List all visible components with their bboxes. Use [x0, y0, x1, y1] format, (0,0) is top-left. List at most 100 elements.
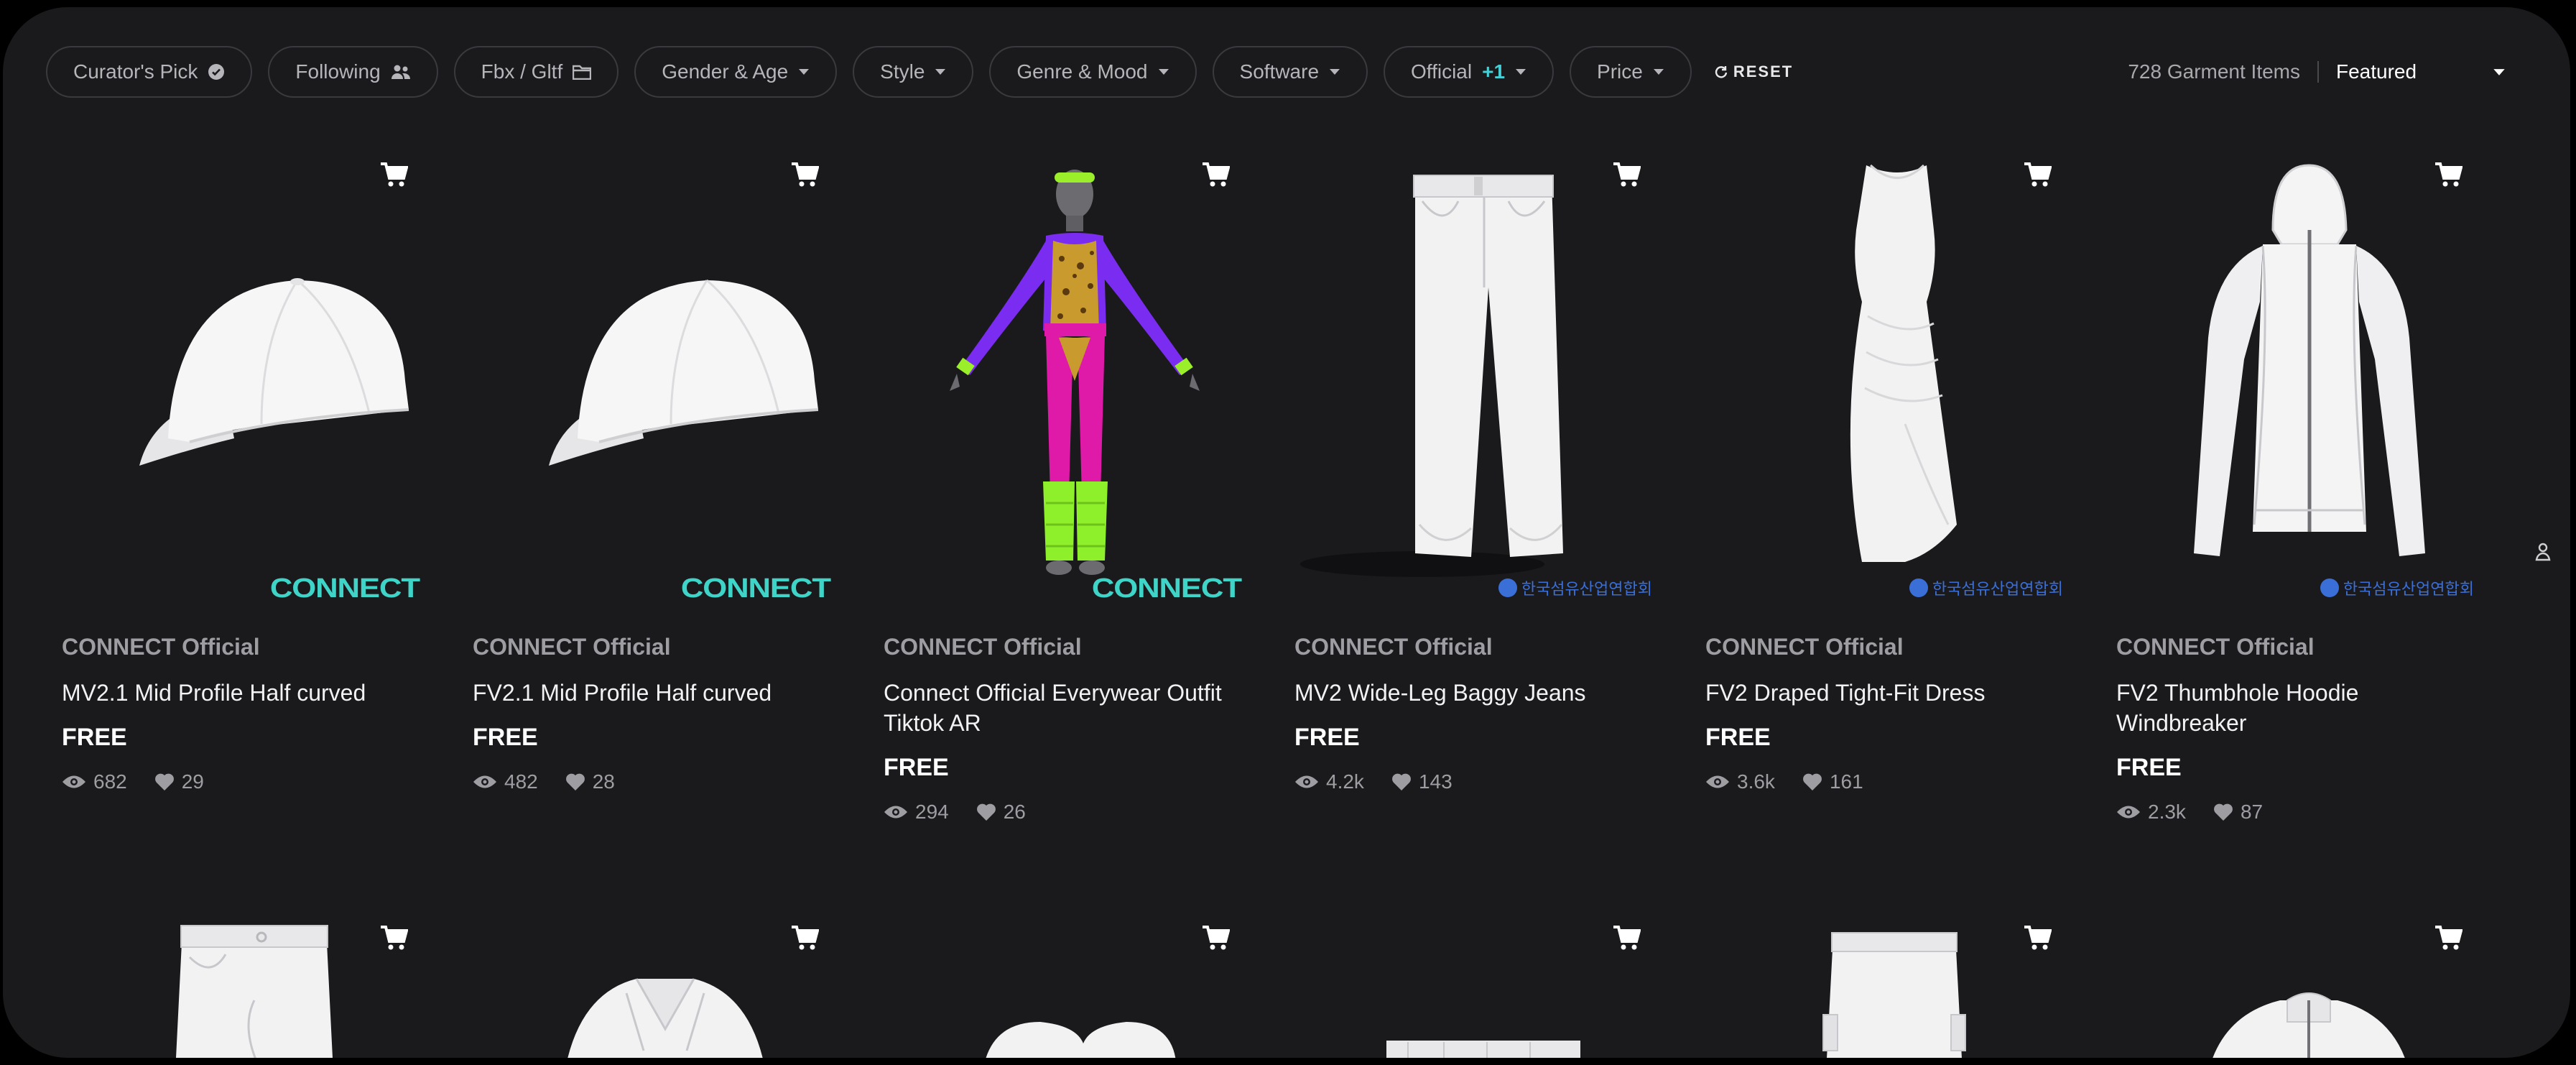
- product-card[interactable]: [1279, 885, 1681, 1058]
- product-thumbnail[interactable]: 한국섬유산업연합회: [2100, 122, 2503, 625]
- product-title[interactable]: FV2.1 Mid Profile Half curved: [473, 678, 846, 708]
- filter-count-badge: +1: [1482, 60, 1506, 83]
- product-card[interactable]: [2100, 885, 2503, 1058]
- view-count: 3.6k: [1737, 770, 1775, 793]
- filter-official[interactable]: Official +1: [1384, 46, 1555, 98]
- product-title[interactable]: Connect Official Everywear Outfit Tiktok…: [884, 678, 1257, 738]
- product-stats: 4.2k 143: [1294, 770, 1681, 793]
- product-title[interactable]: MV2.1 Mid Profile Half curved: [62, 678, 435, 708]
- product-thumbnail[interactable]: 한국섬유산업연합회: [1279, 122, 1681, 625]
- like-count: 143: [1418, 770, 1453, 793]
- cart-icon: [2435, 162, 2463, 187]
- filter-software[interactable]: Software: [1212, 46, 1368, 98]
- filter-genre-mood[interactable]: Genre & Mood: [989, 46, 1197, 98]
- product-thumbnail[interactable]: CONNECT: [457, 122, 859, 625]
- filter-label: Official: [1411, 60, 1473, 83]
- product-author[interactable]: CONNECT Official: [2116, 634, 2503, 660]
- filter-label: Following: [295, 60, 381, 83]
- person-pin-icon[interactable]: [2534, 540, 2552, 566]
- product-title[interactable]: FV2 Draped Tight-Fit Dress: [1705, 678, 2079, 708]
- product-card[interactable]: [46, 885, 448, 1058]
- product-stats: 3.6k 161: [1705, 770, 2092, 793]
- product-price: FREE: [62, 724, 127, 751]
- product-author[interactable]: CONNECT Official: [1294, 634, 1681, 660]
- product-author[interactable]: CONNECT Official: [473, 634, 859, 660]
- add-to-cart-button[interactable]: [784, 155, 825, 195]
- product-thumbnail[interactable]: CONNECT: [868, 122, 1270, 625]
- dress-image: [1850, 164, 1957, 562]
- connect-logo: CONNECT: [269, 573, 420, 604]
- product-card[interactable]: [457, 885, 859, 1058]
- cart-icon: [1613, 162, 1641, 187]
- logo-text: 한국섬유산업연합회: [1521, 580, 1652, 598]
- product-price: FREE: [884, 754, 949, 781]
- korea-textile-federation-logo: 한국섬유산업연합회: [1909, 576, 2063, 599]
- product-thumbnail[interactable]: [1690, 885, 2092, 1058]
- product-thumbnail[interactable]: [46, 885, 448, 1058]
- add-to-cart-button[interactable]: [2017, 155, 2057, 195]
- seal-icon: [1498, 578, 1517, 597]
- add-to-cart-button[interactable]: [2017, 918, 2057, 959]
- korea-textile-federation-logo: 한국섬유산업연합회: [1498, 576, 1652, 599]
- product-card[interactable]: [1690, 885, 2092, 1058]
- chevron-down-icon: [1158, 69, 1169, 75]
- cart-icon: [381, 162, 408, 187]
- chevron-down-icon: [1653, 69, 1664, 75]
- product-thumbnail[interactable]: CONNECT: [46, 122, 448, 625]
- product-thumbnail[interactable]: 한국섬유산업연합회: [1690, 122, 2092, 625]
- like-count: 87: [2240, 801, 2264, 823]
- filter-following[interactable]: Following: [268, 46, 438, 98]
- eye-icon: [473, 775, 496, 788]
- product-card[interactable]: 한국섬유산업연합회 CONNECT Official FV2 Thumbhole…: [2100, 122, 2503, 824]
- add-to-cart-button[interactable]: [2428, 918, 2468, 959]
- product-thumbnail[interactable]: [868, 885, 1270, 1058]
- add-to-cart-button[interactable]: [1195, 155, 1236, 195]
- chevron-down-icon: [935, 69, 946, 75]
- product-title[interactable]: FV2 Thumbhole Hoodie Windbreaker: [2116, 678, 2490, 738]
- product-thumbnail[interactable]: [457, 885, 859, 1058]
- product-card[interactable]: 한국섬유산업연합회 CONNECT Official MV2 Wide-Leg …: [1279, 122, 1681, 793]
- connect-logo: CONNECT: [680, 573, 831, 604]
- product-card[interactable]: CONNECT CONNECT Official MV2.1 Mid Profi…: [46, 122, 448, 793]
- reset-icon: [1715, 66, 1728, 78]
- product-title[interactable]: MV2 Wide-Leg Baggy Jeans: [1294, 678, 1668, 708]
- eye-icon: [62, 775, 85, 788]
- seal-icon: [2320, 578, 2339, 597]
- add-to-cart-button[interactable]: [1606, 155, 1646, 195]
- product-stats: 294 26: [884, 801, 1270, 824]
- product-card[interactable]: 한국섬유산업연합회 CONNECT Official FV2 Draped Ti…: [1690, 122, 2092, 793]
- filter-label: Gender & Age: [662, 60, 789, 83]
- add-to-cart-button[interactable]: [2428, 155, 2468, 195]
- filter-label: Style: [880, 60, 925, 83]
- product-thumbnail[interactable]: [1279, 885, 1681, 1058]
- jacket-image: [567, 978, 763, 1058]
- product-card[interactable]: [868, 885, 1270, 1058]
- results-header: 728 Garment Items Featured: [2128, 46, 2506, 98]
- like-count: 26: [1003, 801, 1026, 823]
- filter-gender-age[interactable]: Gender & Age: [634, 46, 838, 98]
- add-to-cart-button[interactable]: [374, 918, 414, 959]
- eye-icon: [1295, 775, 1318, 788]
- filter-curators-pick[interactable]: Curator's Pick: [46, 46, 253, 98]
- product-author[interactable]: CONNECT Official: [62, 634, 448, 660]
- jeans-image: [1300, 175, 1563, 577]
- add-to-cart-button[interactable]: [1195, 918, 1236, 959]
- product-author[interactable]: CONNECT Official: [1705, 634, 2092, 660]
- add-to-cart-button[interactable]: [1606, 918, 1646, 959]
- filter-style[interactable]: Style: [853, 46, 974, 98]
- add-to-cart-button[interactable]: [784, 918, 825, 959]
- add-to-cart-button[interactable]: [374, 155, 414, 195]
- eye-icon: [884, 806, 907, 819]
- reset-button[interactable]: RESET: [1715, 63, 1793, 81]
- cart-icon: [1203, 926, 1230, 950]
- product-card[interactable]: CONNECT CONNECT Official FV2.1 Mid Profi…: [457, 122, 859, 793]
- product-author[interactable]: CONNECT Official: [884, 634, 1270, 660]
- heart-icon: [154, 773, 174, 790]
- filter-bar: Curator's Pick Following Fbx / Gltf Gend…: [46, 46, 1793, 98]
- sort-dropdown[interactable]: Featured: [2319, 60, 2506, 83]
- filter-price[interactable]: Price: [1570, 46, 1692, 98]
- filter-format[interactable]: Fbx / Gltf: [453, 46, 619, 98]
- filter-label: Software: [1239, 60, 1320, 83]
- product-card[interactable]: CONNECT CONNECT Official Connect Officia…: [868, 122, 1270, 824]
- product-thumbnail[interactable]: [2100, 885, 2503, 1058]
